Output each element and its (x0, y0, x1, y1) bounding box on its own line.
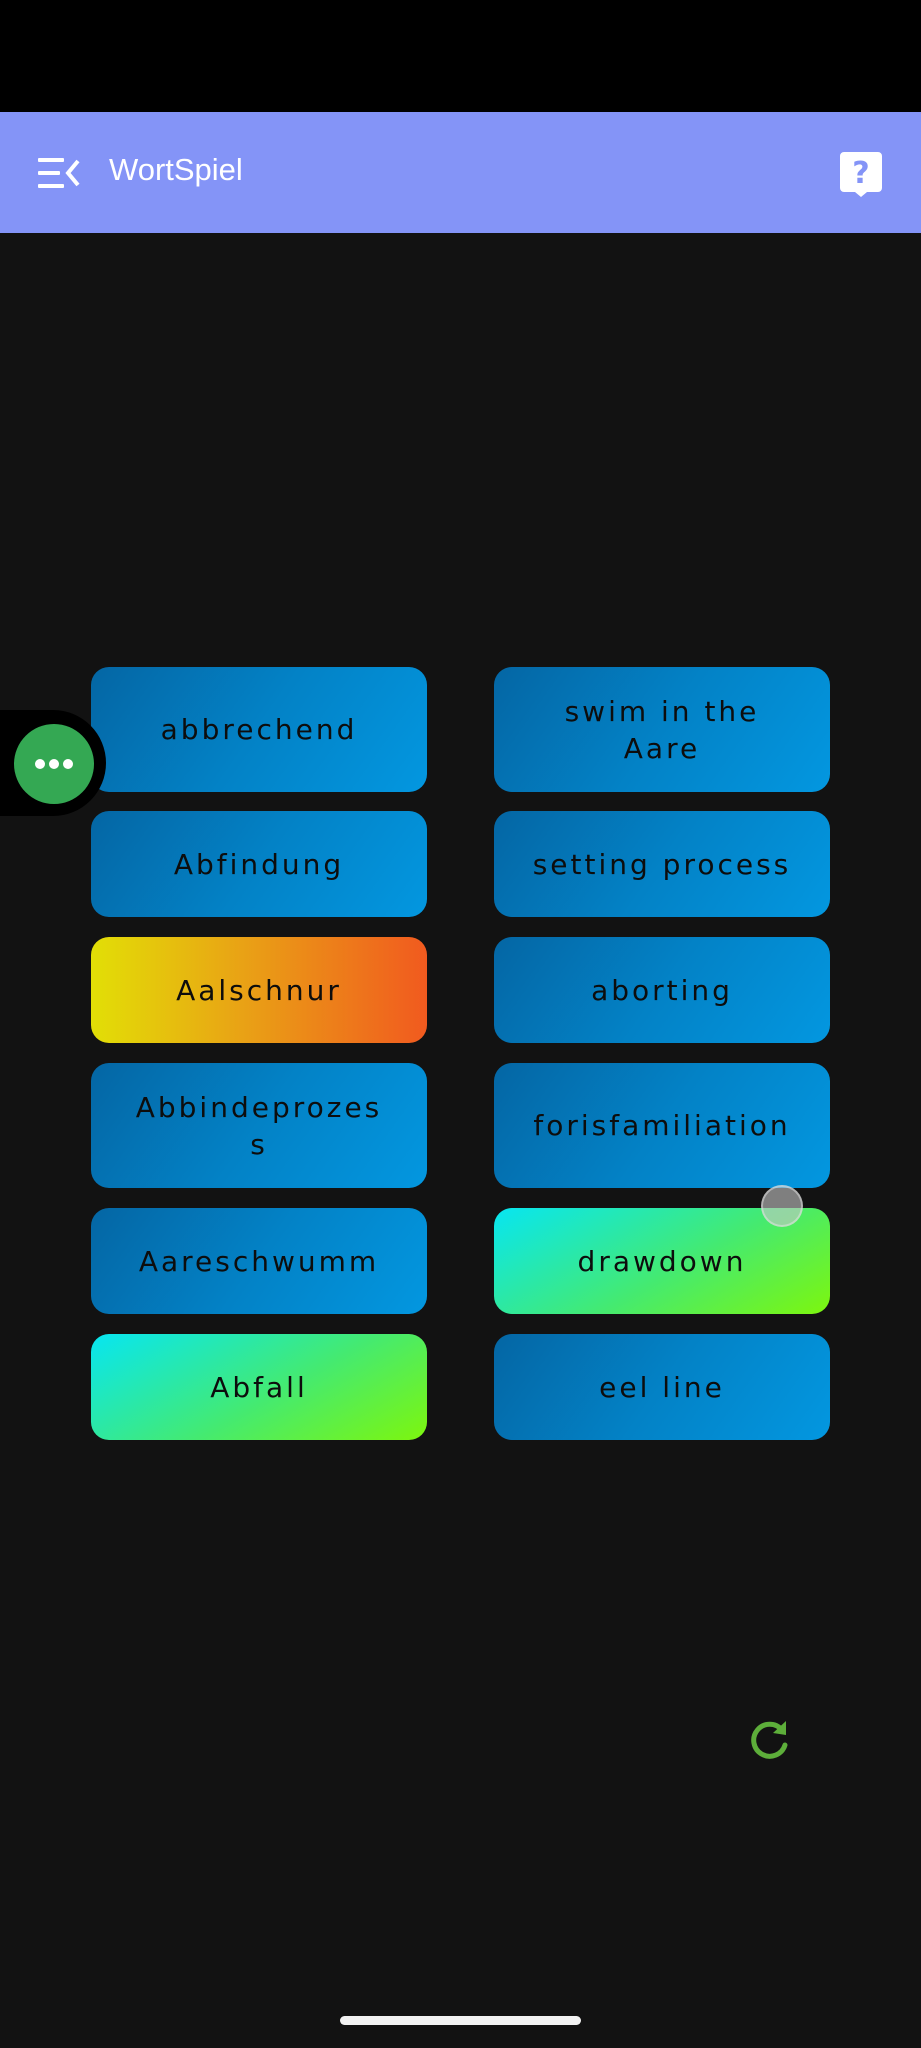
word-tile-left-6-matched[interactable]: Abfall (91, 1334, 427, 1440)
word-tile-label: eel line (599, 1370, 725, 1404)
word-tile-label: setting process (532, 847, 792, 881)
status-bar (0, 0, 921, 112)
word-tile-label: abbrechend (160, 713, 358, 746)
floating-menu-button[interactable] (14, 724, 94, 804)
word-tile-label: Abfall (210, 1370, 308, 1404)
app-bar: WortSpiel ? (0, 112, 921, 233)
word-tile-label: Abfindung (173, 847, 345, 881)
home-indicator[interactable] (340, 2016, 581, 2025)
word-tile-right-3[interactable]: aborting (494, 937, 830, 1043)
word-tile-right-2[interactable]: setting process (494, 811, 830, 917)
svg-text:?: ? (852, 156, 869, 191)
word-tile-label: drawdown (577, 1244, 747, 1278)
word-tile-left-4[interactable]: Abbindeprozes s (91, 1063, 427, 1188)
word-tile-label: Aareschwumm (138, 1244, 380, 1278)
help-icon[interactable]: ? (838, 150, 884, 198)
more-horizontal-icon (35, 759, 73, 769)
word-tile-label: forisfamiliation (533, 1109, 791, 1142)
word-tile-label: swim in the Aare (564, 694, 760, 765)
word-tile-label: aborting (591, 973, 733, 1007)
word-tile-right-6[interactable]: eel line (494, 1334, 830, 1440)
word-tile-left-5[interactable]: Aareschwumm (91, 1208, 427, 1314)
refresh-icon[interactable] (746, 1718, 792, 1764)
word-tile-right-4[interactable]: forisfamiliation (494, 1063, 830, 1188)
word-tile-label: Abbindeprozes s (135, 1090, 383, 1161)
word-tile-left-1[interactable]: abbrechend (91, 667, 427, 792)
word-tile-label: Aalschnur (176, 973, 342, 1007)
touch-indicator (761, 1185, 803, 1227)
word-tile-right-1[interactable]: swim in the Aare (494, 667, 830, 792)
app-title: WortSpiel (109, 152, 243, 187)
word-tile-left-3-selected[interactable]: Aalschnur (91, 937, 427, 1043)
word-tile-left-2[interactable]: Abfindung (91, 811, 427, 917)
menu-collapse-icon[interactable] (38, 156, 82, 190)
